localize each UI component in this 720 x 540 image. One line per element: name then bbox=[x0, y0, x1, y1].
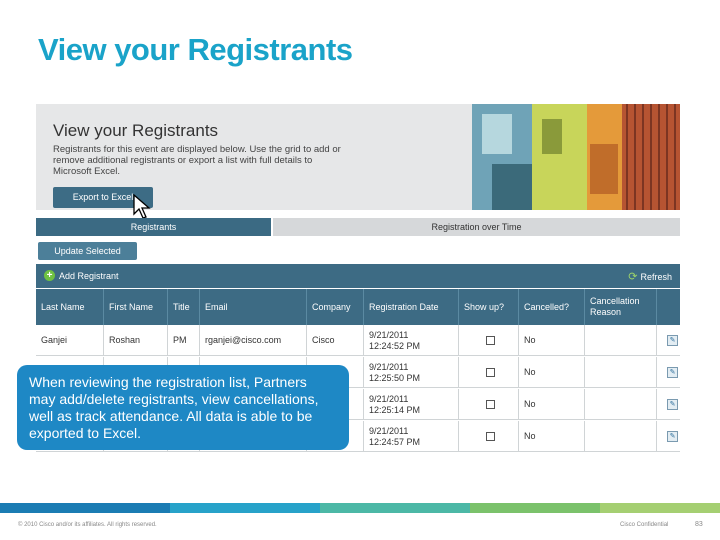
tab-registrants[interactable]: Registrants bbox=[36, 218, 271, 236]
edit-icon[interactable]: ✎ bbox=[667, 399, 678, 410]
header-registration-date[interactable]: Registration Date bbox=[363, 289, 458, 325]
add-registrant-label: Add Registrant bbox=[59, 270, 119, 281]
header-email[interactable]: Email bbox=[199, 289, 306, 325]
refresh-label: Refresh bbox=[640, 271, 672, 282]
cell-last-name: Ganjei bbox=[41, 335, 68, 345]
hero-panel: View your Registrants Registrants for th… bbox=[36, 104, 472, 210]
update-selected-button[interactable]: Update Selected bbox=[38, 242, 137, 260]
cell-show-up bbox=[458, 389, 518, 420]
tab-registration-over-time[interactable]: Registration over Time bbox=[273, 218, 680, 236]
header-first-name[interactable]: First Name bbox=[103, 289, 167, 325]
cell-show-up bbox=[458, 421, 518, 452]
header-cancelled[interactable]: Cancelled? bbox=[518, 289, 584, 325]
edit-icon[interactable]: ✎ bbox=[667, 367, 678, 378]
cell-cancelled: No bbox=[518, 357, 584, 388]
header-show-up[interactable]: Show up? bbox=[458, 289, 518, 325]
refresh-button[interactable]: ⟳ Refresh bbox=[628, 270, 672, 283]
show-up-checkbox[interactable] bbox=[486, 368, 495, 377]
registration-time: 12:24:57 PM bbox=[369, 436, 421, 447]
plus-icon: + bbox=[44, 270, 55, 281]
page-number: 83 bbox=[695, 521, 703, 528]
cell-actions: ✎ bbox=[656, 421, 680, 452]
show-up-checkbox[interactable] bbox=[486, 432, 495, 441]
cell-registration-date: 9/21/2011 12:24:52 PM bbox=[363, 325, 458, 356]
table-header: Last Name First Name Title Email Company… bbox=[36, 289, 680, 325]
cell-cancelled: No bbox=[518, 325, 584, 356]
cell-company: Cisco bbox=[306, 325, 363, 356]
registration-date: 9/21/2011 bbox=[369, 329, 409, 340]
cell-cancellation-reason bbox=[584, 421, 656, 452]
hero-description: Registrants for this event are displayed… bbox=[53, 144, 341, 177]
tab-bar: Registrants Registration over Time bbox=[36, 218, 680, 236]
add-registrant-button[interactable]: + Add Registrant bbox=[44, 270, 119, 281]
registration-time: 12:24:52 PM bbox=[369, 340, 421, 351]
footer-confidential: Cisco Confidential bbox=[620, 522, 669, 528]
cell-actions: ✎ bbox=[656, 357, 680, 388]
registration-time: 12:25:14 PM bbox=[369, 404, 421, 415]
header-company[interactable]: Company bbox=[306, 289, 363, 325]
hero-banner: View your Registrants Registrants for th… bbox=[36, 104, 680, 219]
cell-registration-date: 9/21/2011 12:25:14 PM bbox=[363, 389, 458, 420]
table-row[interactable]: Ganjei Roshan PM rganjei@cisco.com Cisco… bbox=[36, 325, 680, 356]
cell-registration-date: 9/21/2011 12:24:57 PM bbox=[363, 421, 458, 452]
registration-date: 9/21/2011 bbox=[369, 393, 409, 404]
cell-cancelled: No bbox=[518, 389, 584, 420]
cell-actions: ✎ bbox=[656, 325, 680, 356]
header-title[interactable]: Title bbox=[167, 289, 199, 325]
cell-cancellation-reason bbox=[584, 325, 656, 356]
header-cancellation-reason[interactable]: Cancellation Reason bbox=[584, 289, 656, 325]
cell-title: PM bbox=[167, 325, 199, 356]
header-last-name[interactable]: Last Name bbox=[36, 289, 103, 325]
cell-first-name: Roshan bbox=[103, 325, 167, 356]
registration-date: 9/21/2011 bbox=[369, 361, 409, 372]
hero-heading: View your Registrants bbox=[53, 121, 219, 140]
cell-cancellation-reason bbox=[584, 357, 656, 388]
cell-show-up bbox=[458, 325, 518, 356]
footer-copyright: © 2010 Cisco and/or its affiliates. All … bbox=[18, 522, 157, 528]
cell-registration-date: 9/21/2011 12:25:50 PM bbox=[363, 357, 458, 388]
show-up-checkbox[interactable] bbox=[486, 400, 495, 409]
grid-toolbar: + Add Registrant ⟳ Refresh bbox=[36, 264, 680, 288]
callout-box: When reviewing the registration list, Pa… bbox=[17, 365, 349, 450]
slide-title: View your Registrants bbox=[38, 32, 353, 67]
header-actions bbox=[656, 289, 680, 325]
cell-cancelled: No bbox=[518, 421, 584, 452]
mouse-cursor-icon bbox=[133, 194, 151, 219]
show-up-checkbox[interactable] bbox=[486, 336, 495, 345]
hero-photo bbox=[472, 104, 680, 210]
edit-icon[interactable]: ✎ bbox=[667, 335, 678, 346]
edit-icon[interactable]: ✎ bbox=[667, 431, 678, 442]
cell-actions: ✎ bbox=[656, 389, 680, 420]
registration-date: 9/21/2011 bbox=[369, 425, 409, 436]
slide: View your Registrants View your Registra… bbox=[0, 0, 720, 540]
refresh-icon: ⟳ bbox=[628, 271, 638, 283]
footer-color-bar bbox=[0, 503, 720, 513]
cell-show-up bbox=[458, 357, 518, 388]
registration-time: 12:25:50 PM bbox=[369, 372, 421, 383]
cell-email: rganjei@cisco.com bbox=[199, 325, 306, 356]
cell-cancellation-reason bbox=[584, 389, 656, 420]
